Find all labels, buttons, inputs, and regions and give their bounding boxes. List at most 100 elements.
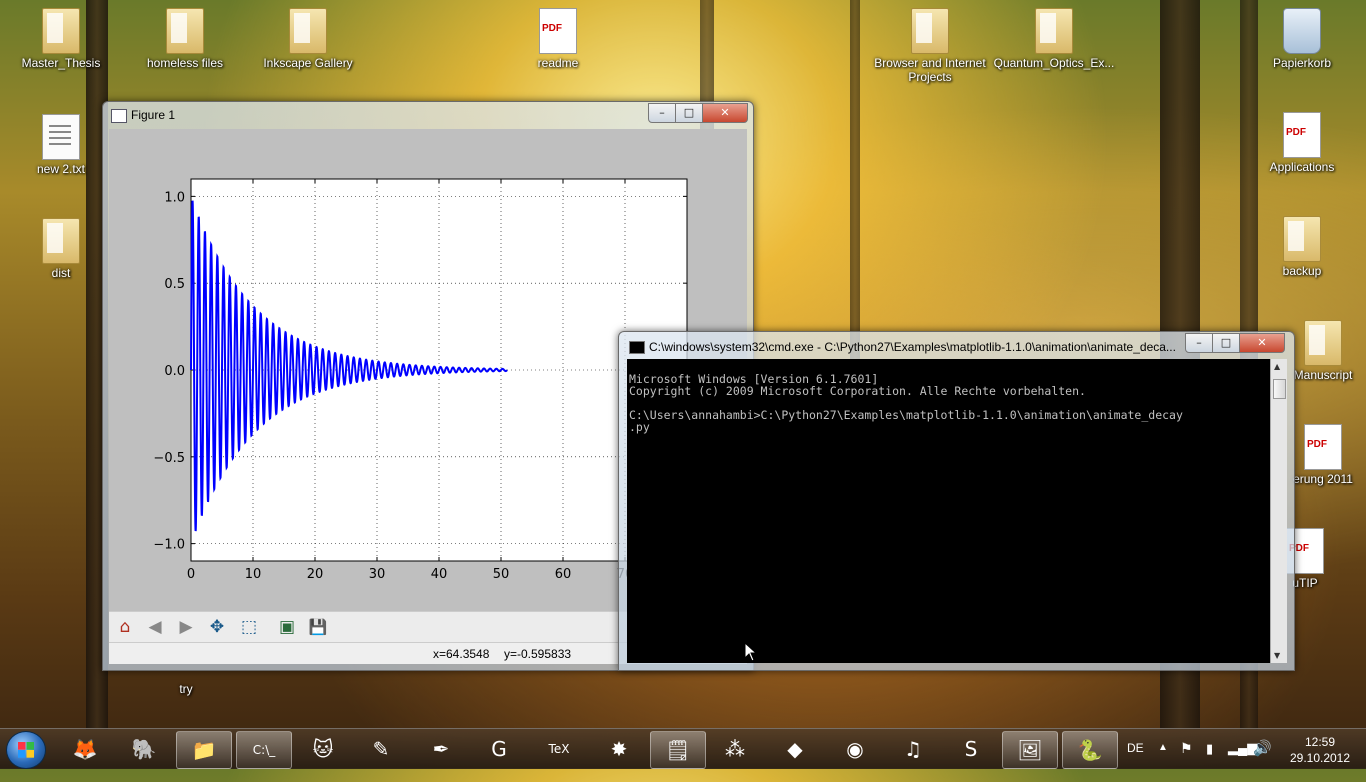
desktop-icon-label: Manuscript: [1293, 368, 1353, 382]
console-scrollbar[interactable]: ▲ ▼: [1270, 359, 1287, 663]
console-line: .py: [629, 420, 650, 434]
picasa-icon[interactable]: ◉: [828, 731, 882, 767]
subplots-icon[interactable]: ▣: [275, 616, 299, 638]
mouse-cursor-icon: [744, 642, 758, 662]
zoom-icon[interactable]: ⬚: [237, 616, 261, 638]
desktop-icon-label: try: [179, 682, 193, 696]
home-icon[interactable]: ⌂: [113, 616, 137, 638]
folder-icon: [1035, 8, 1073, 54]
show-hidden-icons-icon[interactable]: ▲: [1158, 742, 1168, 782]
forward-icon[interactable]: ▶: [174, 616, 198, 638]
desktop-icon-inkscape-gallery[interactable]: Inkscape Gallery: [260, 8, 356, 70]
spotify-icon[interactable]: ♫: [886, 731, 940, 767]
desktop-icon-applications[interactable]: Applications: [1254, 112, 1350, 174]
folder-icon: [1283, 216, 1321, 262]
cat-app-icon[interactable]: 🐱: [296, 731, 350, 767]
folder-icon: [911, 8, 949, 54]
console-area[interactable]: Microsoft Windows [Version 6.1.7601] Cop…: [627, 359, 1287, 663]
x-tick-label: 50: [493, 567, 510, 582]
desktop-icon-label: Browser and Internet Projects: [874, 56, 986, 84]
x-tick-label: 60: [555, 567, 572, 582]
console-output: Microsoft Windows [Version 6.1.7601] Cop…: [629, 361, 1183, 433]
cmd-icon[interactable]: C:\_: [236, 731, 292, 769]
desktop-icon-quantum-optics[interactable]: Quantum_Optics_Ex...: [992, 8, 1116, 70]
desktop-icon-new-2-txt[interactable]: new 2.txt: [13, 114, 109, 176]
minimize-button[interactable]: –: [648, 103, 676, 123]
desktop-icon-label: uTIP: [1292, 576, 1318, 590]
flag-icon[interactable]: ⚑: [1180, 740, 1193, 780]
pdf-file-icon: [539, 8, 577, 54]
desktop-icon-readme[interactable]: readme: [510, 8, 606, 70]
console-line: Copyright (c) 2009 Microsoft Corporation…: [629, 384, 1086, 398]
figure-window-icon: [111, 109, 127, 123]
cmd-window-icon: [629, 341, 645, 354]
desktop-icon-label: Quantum_Optics_Ex...: [993, 56, 1115, 70]
python-icon[interactable]: 🐍: [1062, 731, 1118, 769]
back-icon[interactable]: ◀: [143, 616, 167, 638]
desktop-icon-browser-projects[interactable]: Browser and Internet Projects: [870, 8, 990, 84]
start-button[interactable]: [6, 731, 46, 769]
desktop-icon-label: Inkscape Gallery: [263, 56, 353, 70]
clock[interactable]: 12:59 29.10.2012: [1286, 729, 1354, 769]
figure-title: Figure 1: [131, 108, 176, 122]
folder-icon: [42, 8, 80, 54]
maximize-button[interactable]: □: [1212, 333, 1240, 353]
evernote-icon[interactable]: 🐘: [117, 731, 171, 767]
skype-icon[interactable]: S: [944, 731, 998, 767]
desktop-icon-homeless-files[interactable]: homeless files: [137, 8, 233, 70]
image-viewer-icon[interactable]: 🖼: [1002, 731, 1058, 769]
close-button[interactable]: ✕: [1239, 333, 1285, 353]
volume-icon[interactable]: 🔊: [1253, 739, 1272, 779]
desktop-icon-dist[interactable]: dist: [13, 218, 109, 280]
language-indicator[interactable]: DE: [1127, 741, 1144, 781]
cursor-x-readout: x=64.3548: [433, 647, 490, 661]
x-tick-label: 0: [187, 567, 195, 582]
clock-time: 12:59: [1304, 735, 1336, 749]
desktop-icon-backup[interactable]: backup: [1254, 216, 1350, 278]
pan-icon[interactable]: ✥: [205, 616, 229, 638]
taskbar: 🦊 🐘 📁 C:\_ 🐱 ✎ ✒ G TeX ✸ 🗒 ⁂ ◆ ◉ ♫ S 🖼 🐍 DE ▲ ⚑ ▮ ▂▄▆ 🔊 1…: [0, 728, 1366, 769]
explorer-icon[interactable]: 📁: [176, 731, 232, 769]
desktop-icon-recycle-bin[interactable]: Papierkorb: [1254, 8, 1350, 70]
notes-icon[interactable]: 🗒: [650, 731, 706, 769]
x-tick-label: 40: [431, 567, 448, 582]
battery-icon[interactable]: ▮: [1206, 741, 1213, 781]
recycle-bin-icon: [1283, 8, 1321, 54]
scroll-down-icon[interactable]: ▼: [1274, 651, 1280, 660]
console-line: C:\Users\annahambi>C:\Python27\Examples\…: [629, 408, 1183, 422]
mendeley-icon[interactable]: ⁂: [708, 731, 762, 767]
desktop-icon-label: erung 2011: [1293, 472, 1353, 486]
close-button[interactable]: ✕: [702, 103, 748, 123]
inkscape-icon[interactable]: ✒: [414, 731, 468, 767]
minimize-button[interactable]: –: [1185, 333, 1213, 353]
firefox-icon[interactable]: 🦊: [58, 731, 112, 767]
cursor-y-readout: y=-0.595833: [504, 647, 572, 661]
gnuplot-icon[interactable]: G: [472, 731, 526, 767]
folder-icon: [166, 8, 204, 54]
pdf-file-icon: [1304, 424, 1342, 470]
y-tick-label: −0.5: [153, 451, 185, 466]
x-tick-label: 10: [245, 567, 262, 582]
maximize-button[interactable]: □: [675, 103, 703, 123]
text-file-icon: [42, 114, 80, 160]
scroll-up-icon[interactable]: ▲: [1274, 362, 1280, 371]
desktop-icon-label: backup: [1282, 264, 1322, 278]
desktop-icon-label: Master_Thesis: [21, 56, 101, 70]
y-tick-label: 0.5: [164, 277, 185, 292]
desktop-icon-try[interactable]: try: [138, 682, 234, 696]
tex-icon[interactable]: TeX: [532, 731, 586, 767]
x-tick-label: 20: [307, 567, 324, 582]
y-tick-label: 0.0: [164, 364, 185, 379]
desktop-icon-label: homeless files: [146, 56, 224, 70]
colorful-app-icon[interactable]: ◆: [768, 731, 822, 767]
desktop-icon-label: dist: [51, 266, 71, 280]
cmd-window[interactable]: C:\windows\system32\cmd.exe - C:\Python2…: [618, 331, 1295, 671]
texmaker-icon[interactable]: ✎: [354, 731, 408, 767]
save-icon[interactable]: 💾: [306, 616, 330, 638]
desktop-icon-master-thesis[interactable]: Master_Thesis: [13, 8, 109, 70]
cmd-titlebar[interactable]: C:\windows\system32\cmd.exe - C:\Python2…: [619, 332, 1294, 358]
desktop-icon-label: new 2.txt: [36, 162, 86, 176]
scrollbar-thumb[interactable]: [1273, 379, 1286, 399]
red-star-icon[interactable]: ✸: [592, 731, 646, 767]
figure-titlebar[interactable]: Figure 1 – □ ✕: [103, 102, 753, 128]
